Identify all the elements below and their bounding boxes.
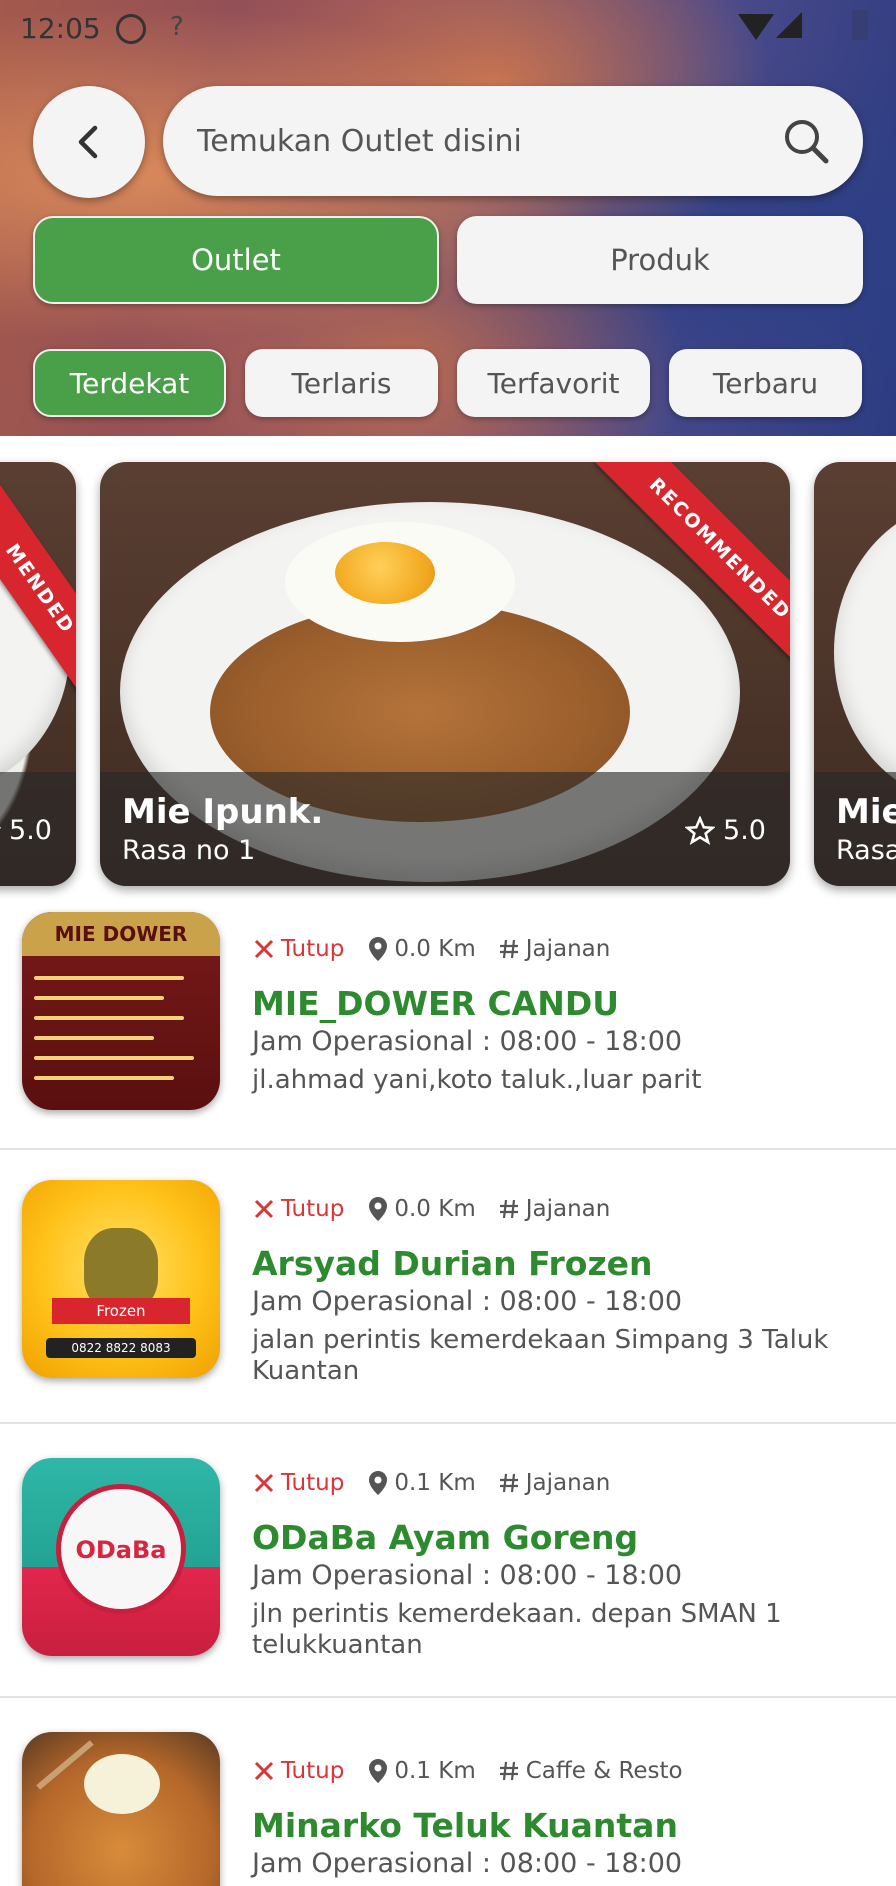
recommended-carousel[interactable]: MENDED 5.0 RECOMMENDED Mie Ipunk. Rasa n…	[0, 436, 896, 906]
distance: 0.0 Km	[368, 936, 476, 962]
chevron-left-icon	[78, 125, 98, 159]
category: Jajanan	[498, 1196, 611, 1222]
status-label: Tutup	[281, 1196, 345, 1222]
outlet-name[interactable]: Minarko Teluk Kuantan	[252, 1806, 678, 1845]
category-label: Jajanan	[525, 936, 611, 962]
back-button[interactable]	[33, 86, 145, 198]
slide-rating: 5.0	[685, 815, 766, 846]
slide-subtitle: Rasa	[836, 835, 896, 866]
category: Jajanan	[498, 936, 611, 962]
category-label: Caffe & Resto	[525, 1758, 683, 1784]
distance-label: 0.0 Km	[394, 1196, 476, 1222]
location-pin-icon	[369, 1197, 388, 1221]
outlet-name[interactable]: Arsyad Durian Frozen	[252, 1244, 653, 1283]
slide-title: Mie	[836, 792, 896, 832]
close-icon	[254, 939, 274, 959]
slide-title: Mie Ipunk.	[122, 792, 324, 832]
distance-label: 0.1 Km	[394, 1470, 476, 1496]
distance-label: 0.0 Km	[394, 936, 476, 962]
thumbnail-phone: 0822 8822 8083	[46, 1338, 196, 1358]
distance: 0.1 Km	[368, 1758, 476, 1784]
distance: 0.1 Km	[368, 1470, 476, 1496]
outlet-address: jln perintis kemerdekaan. depan SMAN 1 t…	[252, 1599, 782, 1660]
hash-icon	[499, 1199, 518, 1219]
location-pin-icon	[369, 937, 388, 961]
close-icon	[254, 1199, 274, 1219]
status-label: Tutup	[281, 1758, 345, 1784]
signal-icon	[776, 12, 802, 38]
distance-label: 0.1 Km	[394, 1758, 476, 1784]
distance: 0.0 Km	[368, 1196, 476, 1222]
outlet-hours: Jam Operasional : 08:00 - 18:00	[252, 1560, 683, 1591]
carousel-slide-prev[interactable]: MENDED 5.0	[0, 462, 76, 886]
category: Caffe & Resto	[498, 1758, 683, 1784]
outlet-row[interactable]: Frozen 0822 8822 8083 Tutup 0.0 Km Jajan…	[0, 1150, 896, 1424]
thumbnail-text: MIE DOWER	[22, 912, 220, 956]
outlet-hours: Jam Operasional : 08:00 - 18:00	[252, 1286, 683, 1317]
search-icon[interactable]	[781, 116, 831, 166]
category-label: Jajanan	[525, 1470, 611, 1496]
header: 12:05 ? Outlet Produk Terdekat Terlaris …	[0, 0, 896, 436]
carousel-slide-next[interactable]: Mie Rasa	[814, 462, 896, 886]
outlet-row[interactable]: Tutup 0.1 Km Caffe & Resto Minarko Teluk…	[0, 1698, 896, 1886]
search-box	[163, 86, 863, 196]
tab-outlet[interactable]: Outlet	[33, 216, 439, 304]
search-input[interactable]	[197, 116, 757, 166]
outlet-meta: Tutup 0.0 Km Jajanan	[253, 1196, 610, 1222]
hash-icon	[499, 1761, 518, 1781]
close-icon	[254, 1473, 274, 1493]
tab-produk[interactable]: Produk	[457, 216, 863, 304]
outlet-meta: Tutup 0.1 Km Caffe & Resto	[253, 1758, 683, 1784]
outlet-hours: Jam Operasional : 08:00 - 18:00	[252, 1026, 683, 1057]
carousel-slide-main[interactable]: RECOMMENDED Mie Ipunk. Rasa no 1 5.0	[100, 462, 790, 886]
status-bar: 12:05 ?	[0, 0, 896, 58]
filter-terlaris[interactable]: Terlaris	[245, 349, 438, 417]
rating-value: 5.0	[723, 815, 766, 846]
outlet-name[interactable]: ODaBa Ayam Goreng	[252, 1518, 638, 1557]
status-closed: Tutup	[253, 936, 344, 962]
hash-icon	[499, 1473, 518, 1493]
status-label: Tutup	[281, 1470, 345, 1496]
status-closed: Tutup	[253, 1470, 344, 1496]
outlet-thumbnail: MIE DOWER	[22, 912, 220, 1110]
outlet-row[interactable]: MIE DOWER Tutup 0.0 Km Jajanan MIE_DOWER…	[0, 906, 896, 1150]
wifi-icon	[738, 14, 774, 40]
outlet-address: jl.ahmad yani,koto taluk.,luar parit	[252, 1065, 702, 1095]
filter-terdekat[interactable]: Terdekat	[33, 349, 226, 417]
notification-icon	[116, 14, 146, 44]
outlet-meta: Tutup 0.1 Km Jajanan	[253, 1470, 610, 1496]
no-sim-icon: ?	[170, 12, 184, 42]
outlet-row[interactable]: ODaBa Tutup 0.1 Km Jajanan ODaBa Ayam Go…	[0, 1424, 896, 1698]
outlet-thumbnail: ODaBa	[22, 1458, 220, 1656]
star-icon	[0, 826, 2, 829]
status-time: 12:05	[20, 12, 101, 45]
hash-icon	[499, 939, 518, 959]
thumbnail-text: Frozen	[52, 1298, 190, 1324]
status-closed: Tutup	[253, 1196, 344, 1222]
status-label: Tutup	[281, 936, 345, 962]
rating-value: 5.0	[9, 815, 52, 846]
location-pin-icon	[369, 1759, 388, 1783]
food-image	[834, 502, 896, 802]
battery-icon	[852, 10, 868, 40]
close-icon	[254, 1761, 274, 1781]
category: Jajanan	[498, 1470, 611, 1496]
outlet-thumbnail	[22, 1732, 220, 1886]
location-pin-icon	[369, 1471, 388, 1495]
star-icon	[685, 815, 716, 845]
slide-rating: 5.0	[0, 815, 52, 846]
egg-yolk-image	[335, 542, 435, 604]
filter-terfavorit[interactable]: Terfavorit	[457, 349, 650, 417]
status-closed: Tutup	[253, 1758, 344, 1784]
category-label: Jajanan	[525, 1196, 611, 1222]
outlet-address: jalan perintis kemerdekaan Simpang 3 Tal…	[252, 1325, 829, 1386]
outlet-meta: Tutup 0.0 Km Jajanan	[253, 936, 610, 962]
outlet-name[interactable]: MIE_DOWER CANDU	[252, 984, 619, 1023]
outlet-thumbnail: Frozen 0822 8822 8083	[22, 1180, 220, 1378]
slide-subtitle: Rasa no 1	[122, 835, 256, 866]
outlet-hours: Jam Operasional : 08:00 - 18:00	[252, 1848, 683, 1879]
thumbnail-text: ODaBa	[75, 1536, 167, 1564]
filter-terbaru[interactable]: Terbaru	[669, 349, 862, 417]
